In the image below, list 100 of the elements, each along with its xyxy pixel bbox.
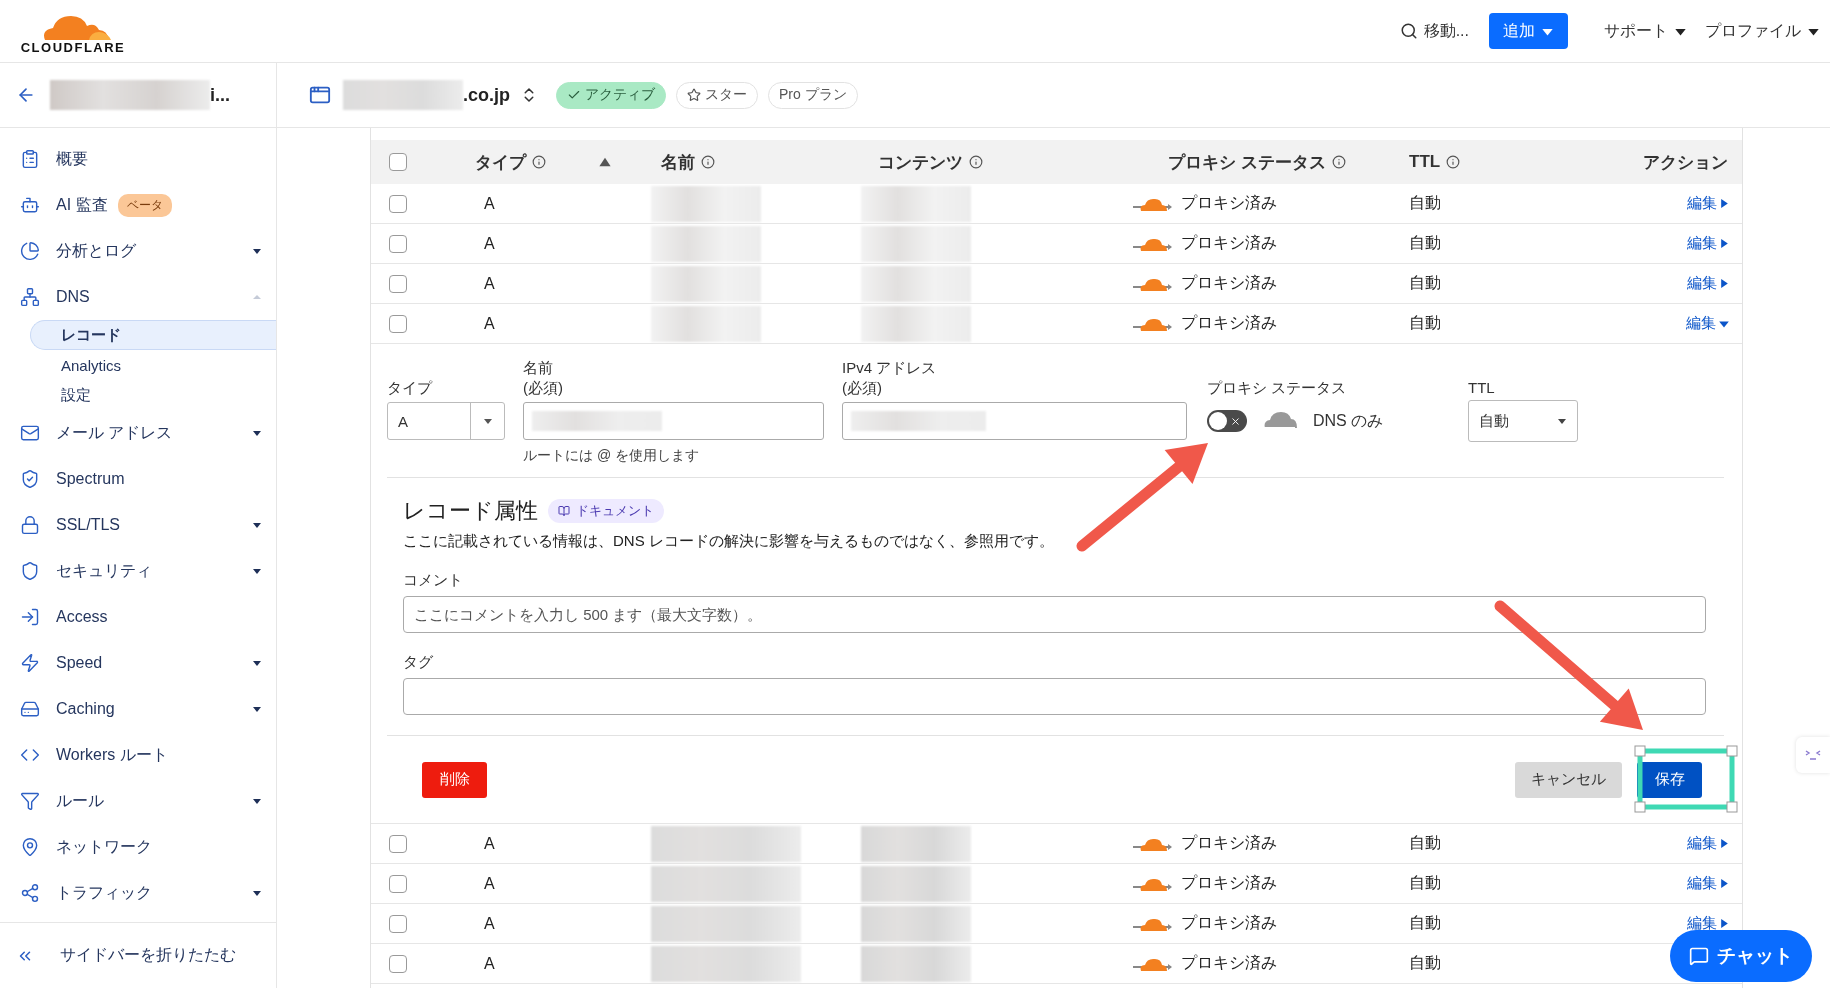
documentation-link[interactable]: ドキュメント [548,499,664,523]
sidebar-item[interactable]: DNS [0,274,276,320]
beta-badge: ベータ [117,193,172,217]
funnel-icon [20,791,40,811]
lightning-icon [20,653,40,673]
shield-icon [20,469,40,489]
search-icon [1399,22,1418,40]
field-label: タイプ [387,378,434,398]
lock-icon [20,515,40,535]
sidebar-item[interactable]: 分析とログ [0,228,276,274]
check-icon [567,88,581,102]
table-cell-text: プロキシ済み [1181,193,1277,213]
logo-text: CLOUDFLARE [20,39,126,55]
caret-icon [1557,416,1567,426]
edit-link[interactable]: 編集 [1687,274,1730,293]
proxy-status-text: DNS のみ [1313,410,1384,431]
proxy-toggle[interactable] [1207,410,1247,432]
star-button[interactable]: スター [676,81,758,109]
checkbox[interactable] [389,153,407,171]
pie-chart-icon [20,241,40,261]
menu-link[interactable]: サポート [1604,20,1687,42]
envelope-icon [20,423,40,443]
sidebar-item[interactable]: Workers ルート [0,732,276,778]
checkbox[interactable] [389,954,407,973]
save-button[interactable]: 保存 [1637,761,1702,798]
table-cell: A [484,274,495,293]
edit-link[interactable]: 編集 [1687,834,1730,853]
sidebar-subitem[interactable]: レコード [30,320,276,350]
sidebar-item[interactable]: トラフィック [0,870,276,916]
table-cell: A [484,914,495,933]
caret-icon [252,796,262,806]
sidebar-item[interactable]: 概要 [0,136,276,182]
ttl-select[interactable]: 自動 [1468,400,1578,442]
close-icon [1230,415,1241,427]
checkbox[interactable] [389,234,407,253]
info-icon [1446,155,1461,169]
info-icon [701,155,715,169]
sidebar-item[interactable]: Spectrum [0,456,276,502]
table-cell: A [484,954,495,973]
table-cell-text: 自動 [1409,873,1441,893]
edit-link[interactable]: 編集 [1687,914,1730,933]
sign-in-icon [20,607,40,627]
sidebar-item[interactable]: ルール [0,778,276,824]
star-icon [687,88,701,102]
tag-input[interactable] [403,678,1706,715]
name-input[interactable] [523,402,824,440]
checkbox[interactable] [389,834,407,853]
sidebar-item[interactable]: セキュリティ [0,548,276,594]
caret-icon [252,658,262,668]
sidebar-subitem[interactable]: Analytics [30,350,276,380]
browser-window-icon [309,84,331,106]
column-header: コンテンツ [878,151,963,174]
field-label: IPv4 アドレス [842,358,938,378]
table-cell: A [484,194,495,213]
caret-icon [1719,878,1730,889]
table-cell-text: プロキシ済み [1181,273,1277,293]
column-header: タイプ [475,151,526,174]
sidebar-item[interactable]: Caching [0,686,276,732]
sidebar-item[interactable]: Access [0,594,276,640]
caret-icon [252,888,262,898]
share-nodes-icon [20,883,40,903]
table-cell-text: 自動 [1409,913,1441,933]
table-cell-text: 自動 [1409,233,1441,253]
chat-button[interactable]: チャット [1670,930,1812,982]
checkbox[interactable] [389,314,407,333]
edit-link[interactable]: 編集 [1687,874,1730,893]
collapse-sidebar-link[interactable]: サイドバーを折りたたむ [16,945,236,966]
checkbox[interactable] [389,274,407,293]
caret-icon [252,704,262,714]
sidebar-item[interactable]: AI 監査 ベータ [0,182,276,228]
feedback-widget[interactable] [1796,737,1830,773]
section-description: ここに記載されている情報は、DNS レコードの解決に影響を与えるものではなく、参照用です。 [403,532,1055,551]
edit-link[interactable]: 編集 [1687,234,1730,253]
sidebar-item[interactable]: メール アドレス [0,410,276,456]
sidebar-item[interactable]: SSL/TLS [0,502,276,548]
checkbox[interactable] [389,194,407,213]
map-pin-icon [20,837,40,857]
caret-icon [252,566,262,576]
edit-link[interactable]: 編集 [1686,314,1730,333]
table-cell-text: プロキシ済み [1181,873,1277,893]
comment-input[interactable]: ここにコメントを入力し 500 ます（最大文字数）。 [403,596,1706,633]
sidebar-subitem[interactable]: 設定 [30,380,276,410]
table-cell-text: プロキシ済み [1181,313,1277,333]
sidebar-item[interactable]: ネットワーク [0,824,276,870]
checkbox[interactable] [389,874,407,893]
field-hint: ルートには @ を使用します [523,447,700,465]
cancel-button[interactable]: キャンセル [1515,761,1622,798]
sidebar-item[interactable]: Speed [0,640,276,686]
column-header: 名前 [661,151,695,174]
checkbox[interactable] [389,914,407,933]
search-link[interactable]: 移動... [1399,20,1469,42]
add-button[interactable]: 追加 [1489,13,1568,49]
table-cell: A [484,834,495,853]
type-select[interactable]: A [387,402,505,440]
delete-button[interactable]: 削除 [422,761,487,798]
ipv4-input[interactable] [842,402,1187,440]
edit-link[interactable]: 編集 [1687,194,1730,213]
menu-link[interactable]: プロファイル [1705,20,1820,42]
field-label: プロキシ ステータス [1207,378,1348,398]
field-label: (必須) [523,378,564,398]
